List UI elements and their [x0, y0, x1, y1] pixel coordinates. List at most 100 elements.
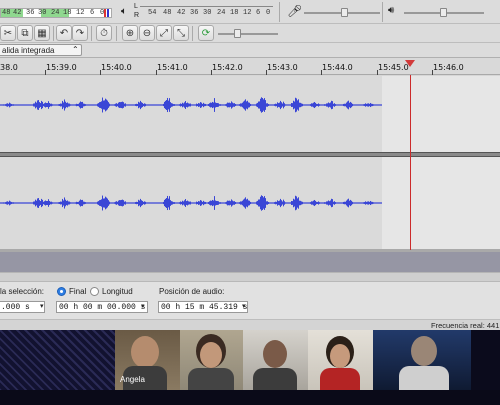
waveform-sample	[5, 104, 6, 106]
waveform-sample	[242, 200, 243, 206]
waveform-sample	[295, 97, 296, 113]
fit-selection-icon[interactable]: ⤢	[156, 25, 172, 41]
waveform-sample	[136, 201, 137, 205]
waveform-sample	[351, 102, 352, 108]
waveform-sample	[319, 202, 320, 204]
selection-start-field[interactable]: .000 s	[0, 301, 45, 313]
waveform-sample	[196, 201, 197, 205]
waveform-sample	[47, 200, 48, 206]
zoom-in-icon[interactable]: ⊕	[122, 25, 138, 41]
waveform-sample	[174, 104, 175, 106]
waveform-sample	[53, 104, 54, 106]
waveform-sample	[172, 201, 173, 205]
waveform-sample	[349, 102, 350, 108]
selection-end-field[interactable]: 00 h 00 m 00.000 s	[56, 301, 148, 313]
waveform-sample	[296, 196, 297, 210]
play-meter[interactable]: 54 48 42 36 30 24 18 12 6 0	[140, 2, 273, 21]
waveform-sample	[188, 103, 189, 107]
waveform-sample	[257, 102, 258, 108]
waveform-sample	[373, 202, 374, 204]
undo-icon[interactable]: ↶	[56, 25, 72, 41]
waveform-sample	[283, 199, 284, 207]
waveform-sample	[301, 201, 302, 205]
cut-icon[interactable]: ✂	[0, 25, 16, 41]
waveform-sample	[347, 199, 348, 207]
waveform-sample	[346, 102, 347, 108]
waveform-right	[0, 195, 382, 211]
play-speed-slider[interactable]	[218, 26, 278, 41]
waveform-sample	[294, 199, 295, 207]
waveform-sample	[290, 202, 291, 204]
radio-length[interactable]	[90, 287, 99, 296]
audio-position-field[interactable]: 00 h 15 m 45.319 s	[158, 301, 248, 313]
output-device-select[interactable]: alida integrada ⌃	[0, 44, 82, 56]
video-tile-angela[interactable]: Angela	[115, 330, 180, 390]
waveform-sample	[225, 202, 226, 204]
waveform-sample	[143, 201, 144, 205]
waveform-sample	[97, 103, 98, 107]
waveform-sample	[229, 200, 230, 206]
waveform-sample	[164, 101, 165, 109]
waveform-sample	[144, 103, 145, 107]
waveform-sample	[267, 103, 268, 107]
play-volume-slider[interactable]	[404, 4, 484, 20]
waveform-sample	[8, 201, 9, 205]
waveform-sample	[364, 202, 365, 204]
waveform-sample	[145, 201, 146, 205]
audio-track-channel-left[interactable]	[0, 76, 500, 152]
chevron-down-icon[interactable]: ▾	[141, 302, 145, 310]
waveform-sample	[234, 201, 235, 205]
chevron-down-icon[interactable]: ▾	[40, 302, 44, 310]
record-meter[interactable]: 48 42 36 30 24 18 12 6 0	[0, 8, 112, 18]
waveform-sample	[181, 201, 182, 205]
waveform-sample	[235, 103, 236, 107]
waveform-sample	[168, 100, 169, 110]
record-meter-tick: 12	[76, 9, 85, 17]
timeline-ruler[interactable]: 38.0 15:39.0 15:40.0 15:41.0 15:42.0 15:…	[0, 58, 500, 75]
waveform-sample	[318, 103, 319, 107]
audio-track-channel-right[interactable]	[0, 157, 500, 249]
video-tile-participant-2[interactable]	[180, 330, 243, 390]
copy-icon[interactable]: ⧉	[17, 25, 33, 41]
zoom-out-icon[interactable]: ⊖	[139, 25, 155, 41]
video-tile-participant-3[interactable]	[243, 330, 308, 390]
waveform-sample	[203, 200, 204, 206]
waveform-sample	[183, 103, 184, 107]
sync-lock-icon[interactable]: ⏱	[96, 25, 112, 41]
video-tile-participant-4[interactable]	[308, 330, 373, 390]
video-tile-participant-5[interactable]	[373, 330, 471, 390]
waveform-sample	[343, 201, 344, 205]
waveform-sample	[218, 201, 219, 205]
play-at-speed-icon[interactable]: ⟳	[198, 25, 214, 41]
chevron-down-icon[interactable]: ▾	[242, 302, 246, 310]
waveform-sample	[294, 101, 295, 109]
waveform-sample	[37, 100, 38, 110]
waveform-sample	[68, 201, 69, 205]
waveform-sample	[14, 104, 15, 106]
waveform-sample	[52, 202, 53, 204]
waveform-sample	[187, 200, 188, 206]
waveform-sample	[109, 103, 110, 107]
fit-project-icon[interactable]: ⤡	[173, 25, 189, 41]
waveform-sample	[261, 97, 262, 113]
waveform-sample	[284, 201, 285, 205]
waveform-sample	[84, 201, 85, 205]
waveform-sample	[313, 102, 314, 108]
waveform-sample	[264, 98, 265, 112]
playhead-marker-icon[interactable]	[405, 60, 415, 67]
record-volume-slider[interactable]	[304, 4, 380, 20]
selection-label: la selección:	[0, 287, 45, 296]
waveform-sample	[13, 202, 14, 204]
waveform-sample	[13, 104, 14, 106]
redo-icon[interactable]: ↷	[72, 25, 88, 41]
waveform-sample	[344, 103, 345, 107]
waveform-sample	[134, 104, 135, 106]
waveform-sample	[189, 201, 190, 205]
waveform-sample	[274, 104, 275, 106]
paste-icon[interactable]: ▦	[34, 25, 50, 41]
empty-track-area[interactable]	[0, 252, 500, 272]
horizontal-scrollbar[interactable]	[0, 272, 500, 281]
radio-final[interactable]	[57, 287, 66, 296]
waveform-sample	[276, 201, 277, 205]
waveform-sample	[7, 103, 8, 107]
